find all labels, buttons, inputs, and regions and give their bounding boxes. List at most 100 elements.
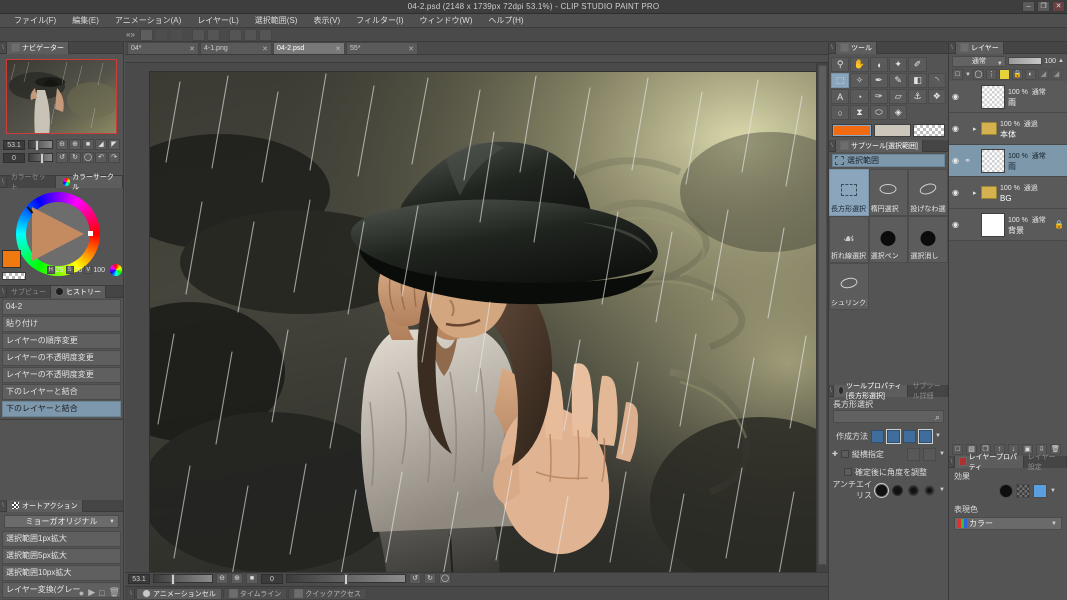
reference-layer-icon[interactable] xyxy=(998,69,1010,80)
blend-tool-icon[interactable]: ⚓ xyxy=(908,89,927,104)
visibility-toggle-icon[interactable]: ◉ xyxy=(949,92,962,101)
subtool-ellipse-select[interactable]: 楕円選択 xyxy=(868,169,909,216)
document-tab[interactable]: 04* ✕ xyxy=(127,42,199,54)
antialias-strong-icon[interactable] xyxy=(923,483,936,497)
artboard[interactable] xyxy=(150,72,816,572)
menu-selection[interactable]: 選択範囲(S) xyxy=(247,15,306,26)
border-effect-icon[interactable] xyxy=(999,484,1014,498)
figure-tool-icon[interactable]: ◝ xyxy=(927,73,946,88)
history-item-selected[interactable]: 下のレイヤーと結合 xyxy=(2,401,121,417)
panel-grip[interactable]: \ xyxy=(829,42,836,53)
opacity-stepper-icon[interactable]: ▲ xyxy=(1058,58,1064,64)
expand-folder-icon[interactable]: ▸ xyxy=(973,189,981,197)
ruler-tool-icon[interactable]: ⧗ xyxy=(850,105,869,120)
zoom-in-icon[interactable]: ⊕ xyxy=(69,139,81,150)
auto-action-item[interactable]: 選択範囲1px拡大 xyxy=(2,531,121,547)
tab-history[interactable]: ヒストリー xyxy=(51,285,106,298)
panel-grip[interactable]: \ xyxy=(0,286,7,297)
command-bar-collapse[interactable]: «» xyxy=(126,30,135,39)
close-icon[interactable]: ✕ xyxy=(262,45,268,53)
table-row[interactable]: ◉ 100 % 通常 雨 xyxy=(949,81,1067,113)
blend-mode-dropdown[interactable]: 通常 ▼ xyxy=(952,55,1006,67)
close-button[interactable]: ✕ xyxy=(1052,1,1065,12)
status-rotate-left-icon[interactable]: ↺ xyxy=(409,573,421,584)
aspect-ratio-checkbox[interactable] xyxy=(840,450,849,458)
opacity-value[interactable]: 100 xyxy=(1044,58,1056,65)
lock-layer-icon[interactable]: 🔒 xyxy=(1011,69,1023,80)
auto-action-item[interactable]: 選択範囲5px拡大 xyxy=(2,548,121,564)
color-mode-icon[interactable] xyxy=(110,264,122,276)
opacity-slider[interactable] xyxy=(1007,57,1043,65)
sub-tool-group-header[interactable]: 選択範囲 xyxy=(832,154,945,167)
color-wheel-widget[interactable]: H 25 S 50 V 100 xyxy=(0,188,124,280)
document-tab-active[interactable]: 04-2.psd ✕ xyxy=(273,42,345,54)
zoom-tool-icon[interactable]: ⚲ xyxy=(831,57,850,72)
rotate-tool-icon[interactable]: ◖ xyxy=(869,57,888,72)
tab-auto-action[interactable]: オートアクション xyxy=(7,499,83,512)
chevron-down-icon[interactable]: ▼ xyxy=(939,487,945,493)
flip-vertical-icon[interactable]: ◤ xyxy=(108,139,120,150)
selection-tool-icon[interactable]: ⬚ xyxy=(831,73,850,88)
eyedropper-tool-icon[interactable]: ✒ xyxy=(869,73,888,88)
antialias-none-icon[interactable] xyxy=(875,483,888,497)
visibility-toggle-icon[interactable]: ◉ xyxy=(949,220,962,229)
new-raster-layer-icon[interactable]: □ xyxy=(952,443,963,455)
menu-layer[interactable]: レイヤー(L) xyxy=(189,15,247,26)
gradient-tool-icon[interactable]: ◧ xyxy=(908,73,927,88)
maximize-button[interactable]: ❐ xyxy=(1037,1,1050,12)
status-rotate-value[interactable]: 0 xyxy=(261,573,283,584)
mode-subtract-icon[interactable] xyxy=(903,429,916,443)
menu-help[interactable]: ヘルプ(H) xyxy=(480,15,531,26)
chevron-down-icon[interactable]: ▼ xyxy=(965,72,971,78)
tab-subview[interactable]: サブビュー xyxy=(7,285,51,298)
status-zoom-in-icon[interactable]: ⊕ xyxy=(231,573,243,584)
ruler-visible-icon[interactable]: ⋮ xyxy=(985,69,997,80)
layer-thumbnail[interactable] xyxy=(981,212,1005,237)
tab-layer[interactable]: レイヤー xyxy=(956,41,1004,54)
status-fit-icon[interactable]: ■ xyxy=(246,573,258,584)
auto-action-set-dropdown[interactable]: ミョーガオリジナル ▼ xyxy=(4,515,119,528)
rotate-right-icon[interactable]: ↻ xyxy=(69,152,81,163)
subtool-rect-select[interactable]: 長方形選択 xyxy=(829,169,869,216)
mask-enable-icon[interactable]: ◯ xyxy=(972,69,984,80)
panel-grip[interactable]: \ xyxy=(949,42,956,53)
chevron-down-icon[interactable]: ▼ xyxy=(1050,488,1056,494)
text-tool-icon[interactable]: A xyxy=(831,89,850,104)
minimize-button[interactable]: – xyxy=(1022,1,1035,12)
panel-grip[interactable]: \ xyxy=(128,588,135,599)
reset-rotate-icon[interactable]: ◯ xyxy=(82,152,94,163)
tab-quick-access[interactable]: クイックアクセス xyxy=(288,587,367,600)
status-rotate-right-icon[interactable]: ↻ xyxy=(424,573,436,584)
background-color-bar[interactable] xyxy=(874,124,912,137)
close-icon[interactable]: ✕ xyxy=(408,45,414,53)
subtool-selection-pen[interactable]: 選択ペン xyxy=(868,216,909,263)
navigator-thumbnail[interactable] xyxy=(6,59,117,134)
history-item[interactable]: レイヤーの順序変更 xyxy=(2,333,121,349)
table-row[interactable]: ◉ ▸ 100 % 通過 BG xyxy=(949,177,1067,209)
menu-view[interactable]: 表示(V) xyxy=(305,15,348,26)
transform-icon[interactable] xyxy=(191,28,205,41)
folder-icon[interactable] xyxy=(981,122,997,135)
close-icon[interactable]: ✕ xyxy=(189,45,195,53)
navigator-zoom-slider[interactable] xyxy=(28,140,53,151)
expression-color-dropdown[interactable]: カラー ▼ xyxy=(954,517,1062,530)
panel-grip[interactable]: \ xyxy=(0,500,7,511)
status-zoom-slider[interactable] xyxy=(153,574,213,585)
mode-intersect-icon[interactable] xyxy=(918,428,933,444)
decoration-tool-icon[interactable]: ❖ xyxy=(927,89,946,104)
visibility-toggle-icon[interactable]: ◉ xyxy=(949,124,962,133)
layer-thumbnail[interactable] xyxy=(981,148,1005,173)
subtool-lasso-select[interactable]: 投げなわ選択 xyxy=(908,169,948,216)
lock-transparent-icon[interactable]: ◐ xyxy=(1024,69,1036,80)
history-item[interactable]: 04-2 xyxy=(2,299,121,315)
navigator-zoom-value[interactable]: 53.1 xyxy=(3,139,25,150)
rotate-ccw-icon[interactable]: ↶ xyxy=(95,152,107,163)
visibility-toggle-icon[interactable]: ◉ xyxy=(949,156,962,165)
panel-grip[interactable]: \ xyxy=(0,176,7,187)
lock-icon[interactable]: 🔒 xyxy=(1054,220,1064,229)
tab-animation-cels[interactable]: アニメーションセル xyxy=(136,587,222,600)
tab-layer-property[interactable]: レイヤープロパティ xyxy=(954,454,1024,471)
pen-tool-icon[interactable]: ✑ xyxy=(869,89,888,104)
move-layer-tool-icon[interactable]: ✦ xyxy=(889,57,908,72)
status-rotate-slider[interactable] xyxy=(286,574,406,585)
